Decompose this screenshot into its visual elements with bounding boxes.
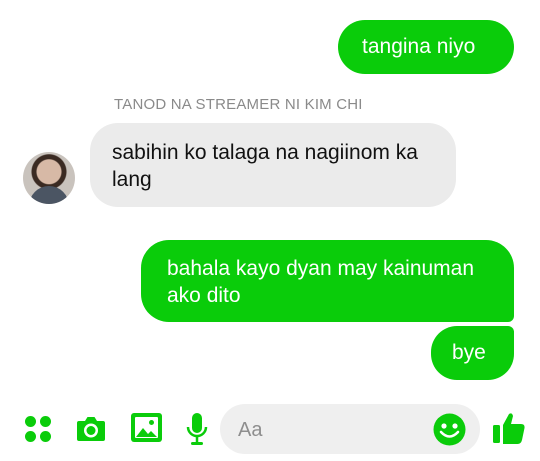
avatar-shoulders (29, 186, 69, 204)
message-bubble-outgoing[interactable]: bahala kayo dyan may kainuman ako dito (141, 240, 514, 322)
sender-name: TANOD NA STREAMER NI KIM CHI (114, 96, 363, 113)
image-icon[interactable] (130, 411, 163, 444)
message-text: bye (452, 341, 486, 364)
message-text: sabihin ko talaga na nagiinom ka lang (112, 141, 418, 191)
camera-icon[interactable] (75, 412, 107, 444)
apps-dot (25, 416, 36, 427)
message-input[interactable] (236, 416, 430, 444)
like-icon[interactable] (491, 410, 527, 446)
emoji-icon[interactable] (433, 413, 466, 446)
apps-dot (40, 431, 51, 442)
apps-dot (25, 431, 36, 442)
apps-dot (40, 416, 51, 427)
apps-icon[interactable] (25, 416, 51, 442)
message-composer[interactable] (220, 404, 480, 454)
message-bubble-outgoing[interactable]: tangina niyo (338, 20, 514, 74)
message-text: bahala kayo dyan may kainuman ako dito (167, 257, 475, 307)
mic-icon[interactable] (186, 412, 208, 446)
message-text: tangina niyo (362, 35, 476, 58)
message-bubble-outgoing[interactable]: bye (431, 326, 514, 380)
message-bubble-incoming[interactable]: sabihin ko talaga na nagiinom ka lang (90, 123, 456, 207)
avatar[interactable] (23, 152, 75, 204)
